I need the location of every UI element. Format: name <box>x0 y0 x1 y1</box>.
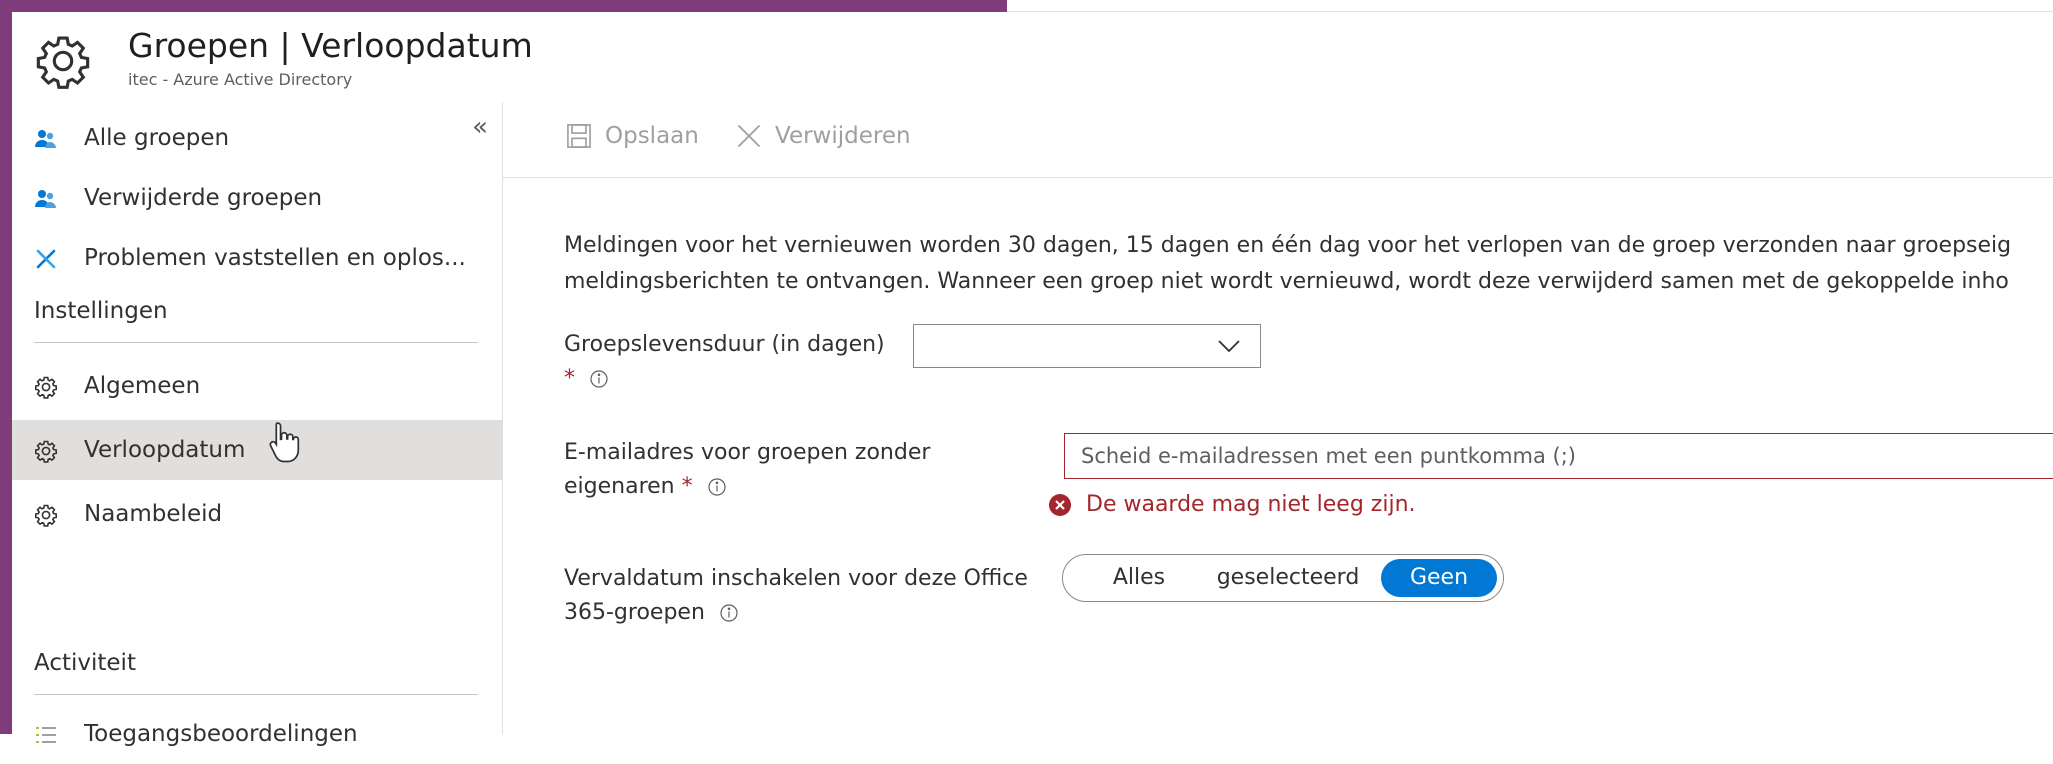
info-icon[interactable] <box>589 369 609 389</box>
expiration-toggle-group: Alles geselecteerd Geen <box>1062 554 1504 602</box>
description-text: Meldingen voor het vernieuwen worden 30 … <box>564 233 2012 294</box>
error-icon <box>1049 493 1071 516</box>
gear-icon <box>35 504 57 527</box>
sidebar-item-verloopdatum[interactable]: Verloopdatum <box>12 420 502 480</box>
sidebar-divider <box>34 694 478 695</box>
toggle-option-geselecteerd[interactable]: geselecteerd <box>1199 559 1377 597</box>
expiration-label: Vervaldatum inschakelen voor deze Office… <box>564 566 1028 625</box>
sidebar-item-label: Verwijderde groepen <box>84 185 323 211</box>
page-title: Groepen | Verloopdatum <box>128 26 533 65</box>
page-header: Groepen | Verloopdatum itec - Azure Acti… <box>12 12 2053 102</box>
window-frame-top <box>0 0 1007 12</box>
window-frame-left <box>0 0 12 734</box>
save-icon <box>567 124 591 148</box>
toggle-option-geen[interactable]: Geen <box>1381 559 1497 597</box>
email-input[interactable] <box>1064 433 2053 479</box>
sidebar-item-label: Problemen vaststellen en oplos... <box>84 245 466 271</box>
sidebar-item-label: Naambeleid <box>84 501 223 527</box>
sidebar-section-activiteit: Activiteit <box>34 650 136 676</box>
groups-icon <box>35 130 56 148</box>
sidebar-item-verwijderde-groepen[interactable]: Verwijderde groepen <box>12 168 502 228</box>
delete-button-label: Verwijderen <box>775 123 911 149</box>
toggle-option-alles[interactable]: Alles <box>1083 559 1195 597</box>
list-icon <box>36 727 56 743</box>
save-button-label: Opslaan <box>605 123 699 149</box>
sidebar-item-alle-groepen[interactable]: Alle groepen <box>12 108 502 168</box>
sidebar-divider <box>34 342 478 343</box>
sidebar-item-toegangsbeoordelingen[interactable]: Toegangsbeoordelingen <box>12 704 502 764</box>
info-icon[interactable] <box>719 603 739 623</box>
sidebar-item-label: Alle groepen <box>84 125 230 151</box>
groups-icon <box>35 190 56 208</box>
sidebar: « Alle groepen Verwijderde groepen Probl… <box>12 102 503 747</box>
chevron-down-icon <box>1218 340 1240 353</box>
sidebar-item-algemeen[interactable]: Algemeen <box>12 356 502 416</box>
sidebar-item-label: Toegangsbeoordelingen <box>84 721 358 747</box>
save-button[interactable]: Opslaan <box>565 122 699 150</box>
sidebar-section-instellingen: Instellingen <box>34 298 168 324</box>
delete-button[interactable]: Verwijderen <box>735 122 911 150</box>
info-icon[interactable] <box>707 477 727 497</box>
email-label: E-mailadres voor groepen zonder eigenare… <box>564 440 931 499</box>
email-error-message: De waarde mag niet leeg zijn. <box>1048 492 1416 517</box>
lifetime-dropdown[interactable] <box>913 324 1261 368</box>
page-subtitle: itec - Azure Active Directory <box>128 70 353 89</box>
command-bar: Opslaan Verwijderen <box>503 102 2053 178</box>
gear-icon <box>35 376 57 399</box>
gear-icon <box>35 440 57 463</box>
required-marker: * <box>564 366 575 391</box>
wrench-icon <box>36 249 56 269</box>
sidebar-item-problemen[interactable]: Problemen vaststellen en oplos... <box>12 228 502 288</box>
required-marker: * <box>681 474 693 499</box>
sidebar-item-label: Verloopdatum <box>84 437 246 463</box>
sidebar-item-label: Algemeen <box>84 373 201 399</box>
hand-cursor-icon <box>269 422 300 463</box>
gear-icon <box>36 36 90 89</box>
lifetime-label: Groepslevensduur (in dagen) * <box>564 332 885 391</box>
sidebar-item-naambeleid[interactable]: Naambeleid <box>12 484 502 544</box>
close-icon <box>737 124 761 148</box>
